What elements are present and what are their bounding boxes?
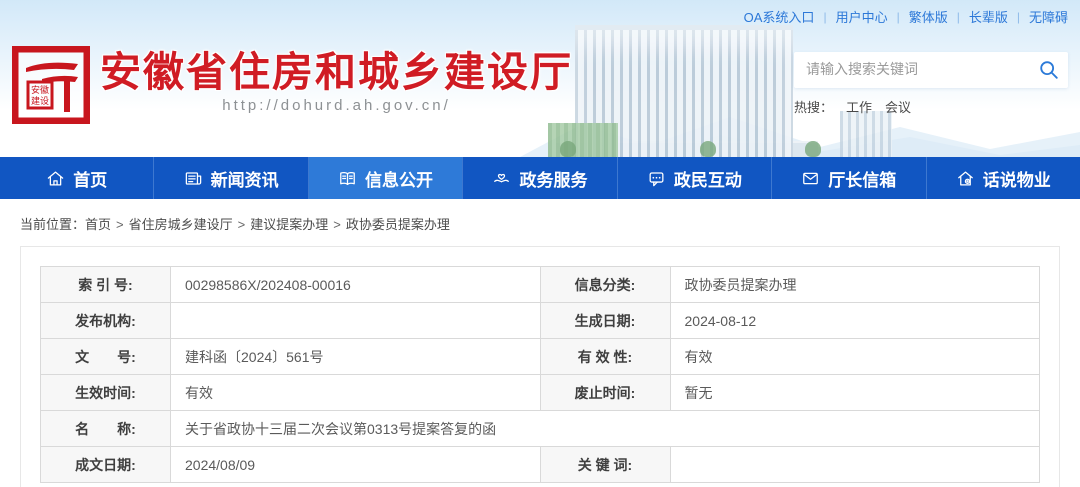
table-row: 生效时间:有效废止时间:暂无	[41, 375, 1040, 411]
field-value: 2024/08/09	[171, 447, 541, 483]
breadcrumb-link-0[interactable]: 首页	[85, 217, 111, 232]
nav-item-label: 首页	[73, 166, 107, 191]
search-box	[794, 52, 1068, 88]
nav-item-label: 话说物业	[983, 166, 1051, 191]
field-label: 有 效 性:	[540, 339, 670, 375]
nav-item-info-disclosure[interactable]: 信息公开	[309, 157, 463, 199]
tree-icon	[805, 141, 821, 157]
top-link-1[interactable]: 用户中心	[836, 7, 888, 26]
search-input[interactable]	[794, 52, 1024, 86]
tree-icon	[700, 141, 716, 157]
field-label: 索 引 号:	[41, 267, 171, 303]
field-value: 2024-08-12	[670, 303, 1040, 339]
field-label: 生效时间:	[41, 375, 171, 411]
nav-item-home[interactable]: 首页	[0, 157, 154, 199]
breadcrumb-label: 当前位置：	[20, 217, 85, 232]
main-nav: 首页 新闻资讯 信息公开 政务服务 政民互动 厅长信箱 话说物业	[0, 157, 1080, 199]
breadcrumb-link-2[interactable]: 建议提案办理	[250, 217, 328, 232]
hot-search-term-1[interactable]: 会议	[885, 97, 911, 116]
open-book-icon	[338, 169, 357, 188]
field-value: 有效	[670, 339, 1040, 375]
hot-search-label: 热搜：	[794, 97, 833, 116]
site-url: http://dohurd.ah.gov.cn/	[100, 97, 573, 114]
table-row: 索 引 号:00298586X/202408-00016信息分类:政协委员提案办…	[41, 267, 1040, 303]
breadcrumb-separator: >	[333, 217, 341, 232]
svg-text:安徽: 安徽	[31, 84, 49, 95]
field-value: 建科函〔2024〕561号	[171, 339, 541, 375]
field-value	[670, 447, 1040, 483]
table-row: 发布机构: 生成日期:2024-08-12	[41, 303, 1040, 339]
hand-heart-icon	[492, 169, 511, 188]
field-label: 发布机构:	[41, 303, 171, 339]
field-label: 关 键 词:	[540, 447, 670, 483]
nav-item-label: 信息公开	[365, 166, 433, 191]
building-side-tower	[840, 111, 892, 157]
separator: |	[957, 10, 960, 24]
field-label: 废止时间:	[540, 375, 670, 411]
top-link-4[interactable]: 无障碍	[1029, 7, 1068, 26]
field-value	[171, 303, 541, 339]
nav-item-label: 厅长信箱	[828, 166, 896, 191]
nav-item-label: 政务服务	[519, 166, 587, 191]
nav-item-director-mailbox[interactable]: 厅长信箱	[772, 157, 926, 199]
field-value: 有效	[171, 375, 541, 411]
house-gear-icon	[956, 169, 975, 188]
table-row: 成文日期:2024/08/09关 键 词:	[41, 447, 1040, 483]
nav-item-property-talk[interactable]: 话说物业	[927, 157, 1080, 199]
separator: |	[1017, 10, 1020, 24]
search-button[interactable]	[1038, 59, 1060, 81]
field-label: 名 称:	[41, 411, 171, 447]
tree-icon	[560, 141, 576, 157]
breadcrumb-link-3: 政协委员提案办理	[346, 217, 450, 232]
mail-icon	[801, 169, 820, 188]
document-meta-table: 索 引 号:00298586X/202408-00016信息分类:政协委员提案办…	[40, 266, 1040, 483]
field-value: 政协委员提案办理	[670, 267, 1040, 303]
top-utility-links: OA系统入口 | 用户中心 | 繁体版 | 长辈版 | 无障碍	[744, 7, 1068, 26]
table-row: 文 号:建科函〔2024〕561号有 效 性:有效	[41, 339, 1040, 375]
field-value: 暂无	[670, 375, 1040, 411]
top-link-3[interactable]: 长辈版	[969, 7, 1008, 26]
field-label: 文 号:	[41, 339, 171, 375]
table-row: 名 称:关于省政协十三届二次会议第0313号提案答复的函	[41, 411, 1040, 447]
svg-text:建设: 建设	[31, 95, 49, 106]
separator: |	[823, 10, 826, 24]
field-label: 信息分类:	[540, 267, 670, 303]
field-label: 成文日期:	[41, 447, 171, 483]
nav-item-label: 政民互动	[674, 166, 742, 191]
field-value: 00298586X/202408-00016	[171, 267, 541, 303]
breadcrumb-separator: >	[238, 217, 246, 232]
hot-search-term-0[interactable]: 工作	[846, 97, 872, 116]
breadcrumb-link-1[interactable]: 省住房城乡建设厅	[129, 217, 233, 232]
news-icon	[184, 169, 203, 188]
chat-bubble-icon	[647, 169, 666, 188]
top-link-0[interactable]: OA系统入口	[744, 7, 815, 26]
hot-search-row: 热搜： 工作会议	[794, 97, 1068, 116]
nav-item-news[interactable]: 新闻资讯	[154, 157, 308, 199]
breadcrumb-separator: >	[116, 217, 124, 232]
agency-logo[interactable]: 安徽 建设	[12, 46, 90, 124]
field-label: 生成日期:	[540, 303, 670, 339]
site-title[interactable]: 安徽省住房和城乡建设厅	[100, 50, 573, 94]
field-value: 关于省政协十三届二次会议第0313号提案答复的函	[171, 411, 1040, 447]
building-green-wall	[548, 123, 618, 157]
home-icon	[46, 169, 65, 188]
search-icon	[1038, 59, 1060, 81]
breadcrumb: 当前位置：首页 > 省住房城乡建设厅 > 建议提案办理 > 政协委员提案办理	[0, 199, 1080, 246]
top-link-2[interactable]: 繁体版	[909, 7, 948, 26]
site-header: OA系统入口 | 用户中心 | 繁体版 | 长辈版 | 无障碍 安徽 建设 安徽省住房和城乡建设…	[0, 0, 1080, 157]
document-meta-panel: 索 引 号:00298586X/202408-00016信息分类:政协委员提案办…	[20, 246, 1060, 487]
nav-item-label: 新闻资讯	[211, 166, 279, 191]
nav-item-interaction[interactable]: 政民互动	[618, 157, 772, 199]
separator: |	[897, 10, 900, 24]
nav-item-gov-service[interactable]: 政务服务	[463, 157, 617, 199]
